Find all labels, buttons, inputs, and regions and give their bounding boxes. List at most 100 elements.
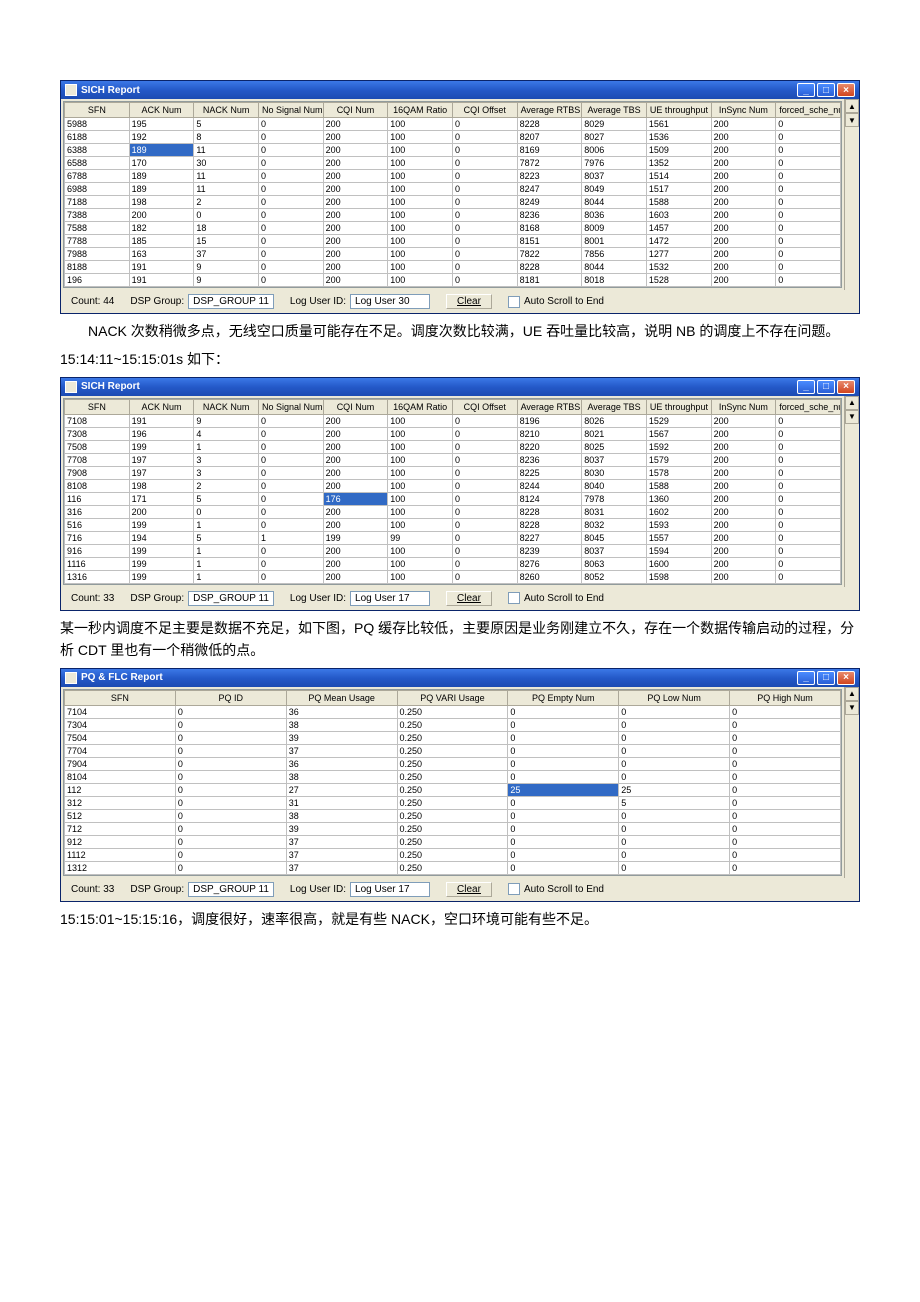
- table-cell[interactable]: 0: [452, 235, 517, 248]
- table-cell[interactable]: 196: [129, 427, 194, 440]
- table-cell[interactable]: 200: [323, 479, 388, 492]
- data-grid[interactable]: SFNACK NumNACK NumNo Signal NumCQI Num16…: [63, 398, 842, 585]
- table-cell[interactable]: 0: [730, 861, 841, 874]
- table-cell[interactable]: 0: [258, 209, 323, 222]
- table-cell[interactable]: 0: [776, 196, 841, 209]
- table-cell[interactable]: 200: [323, 131, 388, 144]
- table-cell[interactable]: 0: [452, 466, 517, 479]
- table-cell[interactable]: 0: [776, 518, 841, 531]
- table-cell[interactable]: 1561: [646, 118, 711, 131]
- table-cell[interactable]: 0: [452, 427, 517, 440]
- table-cell[interactable]: 0: [508, 718, 619, 731]
- column-header[interactable]: InSync Num: [711, 103, 776, 118]
- table-cell[interactable]: 8249: [517, 196, 582, 209]
- table-cell[interactable]: 37: [286, 835, 397, 848]
- table-cell[interactable]: 8027: [582, 131, 647, 144]
- minimize-button[interactable]: _: [797, 380, 815, 394]
- table-cell[interactable]: 200: [323, 518, 388, 531]
- table-cell[interactable]: 0: [175, 822, 286, 835]
- table-cell[interactable]: 8228: [517, 505, 582, 518]
- table-cell[interactable]: 1316: [65, 570, 130, 583]
- autoscroll-checkbox[interactable]: [508, 296, 520, 308]
- table-cell[interactable]: 100: [388, 274, 453, 287]
- table-cell[interactable]: 1578: [646, 466, 711, 479]
- data-grid[interactable]: SFNPQ IDPQ Mean UsagePQ VARI UsagePQ Emp…: [63, 689, 842, 876]
- table-cell[interactable]: 0: [619, 757, 730, 770]
- table-row[interactable]: 71081919020010008196802615292000: [65, 414, 841, 427]
- column-header[interactable]: CQI Num: [323, 103, 388, 118]
- table-cell[interactable]: 100: [388, 453, 453, 466]
- table-cell[interactable]: 0.250: [397, 809, 508, 822]
- table-cell[interactable]: 0: [776, 248, 841, 261]
- table-cell[interactable]: 8037: [582, 544, 647, 557]
- table-cell[interactable]: 0: [175, 731, 286, 744]
- table-cell[interactable]: 200: [323, 261, 388, 274]
- table-cell[interactable]: 912: [65, 835, 176, 848]
- table-cell[interactable]: 99: [388, 531, 453, 544]
- table-row[interactable]: 61881928020010008207802715362000: [65, 131, 841, 144]
- scroll-up-icon[interactable]: ▲: [845, 687, 859, 701]
- table-cell[interactable]: 0: [776, 544, 841, 557]
- table-cell[interactable]: 8037: [582, 170, 647, 183]
- table-cell[interactable]: 31: [286, 796, 397, 809]
- table-cell[interactable]: 7104: [65, 705, 176, 718]
- table-row[interactable]: 13161991020010008260805215982000: [65, 570, 841, 583]
- table-cell[interactable]: 0: [730, 796, 841, 809]
- table-cell[interactable]: 0: [452, 222, 517, 235]
- table-cell[interactable]: 8025: [582, 440, 647, 453]
- table-cell[interactable]: 7588: [65, 222, 130, 235]
- maximize-button[interactable]: □: [817, 83, 835, 97]
- table-cell[interactable]: 197: [129, 453, 194, 466]
- table-cell[interactable]: 0: [258, 248, 323, 261]
- table-cell[interactable]: 1: [194, 570, 259, 583]
- column-header[interactable]: No Signal Num: [258, 103, 323, 118]
- table-cell[interactable]: 0.250: [397, 731, 508, 744]
- table-cell[interactable]: 199: [129, 440, 194, 453]
- scroll-down-icon[interactable]: ▼: [845, 410, 859, 424]
- scroll-up-icon[interactable]: ▲: [845, 99, 859, 113]
- table-row[interactable]: 758818218020010008168800914572000: [65, 222, 841, 235]
- table-cell[interactable]: 200: [711, 557, 776, 570]
- table-cell[interactable]: 100: [388, 557, 453, 570]
- table-cell[interactable]: 163: [129, 248, 194, 261]
- titlebar[interactable]: SICH Report _ □ ×: [61, 81, 859, 99]
- table-cell[interactable]: 1529: [646, 414, 711, 427]
- table-cell[interactable]: 0: [258, 274, 323, 287]
- table-cell[interactable]: 0: [776, 235, 841, 248]
- table-cell[interactable]: 100: [388, 183, 453, 196]
- table-cell[interactable]: 0: [776, 144, 841, 157]
- table-cell[interactable]: 0: [452, 544, 517, 557]
- table-cell[interactable]: 200: [711, 440, 776, 453]
- table-cell[interactable]: 0: [194, 209, 259, 222]
- table-cell[interactable]: 0: [619, 809, 730, 822]
- table-cell[interactable]: 1277: [646, 248, 711, 261]
- column-header[interactable]: SFN: [65, 399, 130, 414]
- table-cell[interactable]: 200: [711, 505, 776, 518]
- table-cell[interactable]: 200: [711, 492, 776, 505]
- table-cell[interactable]: 0: [175, 718, 286, 731]
- table-cell[interactable]: 200: [323, 570, 388, 583]
- table-cell[interactable]: 0: [730, 809, 841, 822]
- column-header[interactable]: NACK Num: [194, 399, 259, 414]
- table-cell[interactable]: 0: [452, 453, 517, 466]
- table-row[interactable]: 1961919020010008181801815282000: [65, 274, 841, 287]
- table-cell[interactable]: 0: [175, 809, 286, 822]
- table-cell[interactable]: 0: [452, 531, 517, 544]
- table-cell[interactable]: 0: [258, 492, 323, 505]
- close-button[interactable]: ×: [837, 380, 855, 394]
- table-cell[interactable]: 1557: [646, 531, 711, 544]
- table-cell[interactable]: 189: [129, 170, 194, 183]
- table-cell[interactable]: 0: [258, 518, 323, 531]
- table-cell[interactable]: 0: [258, 261, 323, 274]
- table-cell[interactable]: 37: [194, 248, 259, 261]
- table-cell[interactable]: 0: [258, 131, 323, 144]
- column-header[interactable]: 16QAM Ratio: [388, 399, 453, 414]
- table-cell[interactable]: 8168: [517, 222, 582, 235]
- column-header[interactable]: CQI Offset: [452, 103, 517, 118]
- table-cell[interactable]: 200: [323, 248, 388, 261]
- table-cell[interactable]: 0: [730, 822, 841, 835]
- table-cell[interactable]: 1592: [646, 440, 711, 453]
- table-row[interactable]: 778818515020010008151800114722000: [65, 235, 841, 248]
- table-cell[interactable]: 8228: [517, 518, 582, 531]
- table-cell[interactable]: 0: [452, 261, 517, 274]
